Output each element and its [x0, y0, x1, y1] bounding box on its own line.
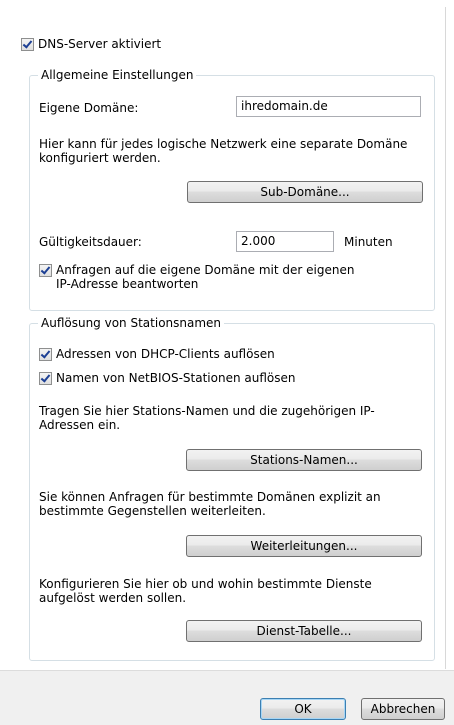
subdomain-button[interactable]: Sub-Domäne...: [187, 181, 423, 203]
dhcp-checkbox[interactable]: Adressen von DHCP-Clients auflösen: [39, 347, 275, 361]
dns-enabled-checkbox[interactable]: DNS-Server aktiviert: [21, 37, 161, 51]
stations-names-button[interactable]: Stations-Namen...: [186, 449, 422, 471]
general-settings-group: Allgemeine Einstellungen Eigene Domäne: …: [29, 68, 435, 311]
answer-own-domain-label: Anfragen auf die eigene Domäne mit der e…: [56, 263, 355, 291]
checkbox-check-icon[interactable]: [39, 264, 52, 277]
service-table-button[interactable]: Dienst-Tabelle...: [186, 620, 422, 642]
stations-info-text: Tragen Sie hier Stations-Namen und die z…: [39, 404, 375, 432]
name-resolution-group: Auflösung von Stationsnamen Adressen von…: [29, 316, 435, 661]
checkbox-check-icon[interactable]: [39, 348, 52, 361]
validity-label: Gültigkeitsdauer:: [39, 235, 142, 249]
forwardings-button[interactable]: Weiterleitungen...: [186, 535, 422, 557]
validity-unit-label: Minuten: [344, 235, 393, 249]
checkbox-check-icon[interactable]: [39, 372, 52, 385]
own-domain-label: Eigene Domäne:: [39, 101, 139, 115]
name-resolution-legend: Auflösung von Stationsnamen: [38, 316, 225, 330]
ok-button[interactable]: OK: [260, 698, 346, 720]
forward-info-text: Sie können Anfragen für bestimmte Domäne…: [39, 490, 381, 518]
settings-panel: DNS-Server aktiviert Allgemeine Einstell…: [9, 7, 446, 669]
services-info-text: Konfigurieren Sie hier ob und wohin best…: [39, 577, 372, 605]
own-domain-input[interactable]: ihredomain.de: [236, 96, 421, 117]
dialog-footer: OK Abbrechen: [0, 670, 454, 725]
validity-input[interactable]: 2.000: [236, 231, 334, 252]
checkbox-check-icon[interactable]: [21, 38, 34, 51]
cancel-button[interactable]: Abbrechen: [361, 698, 445, 720]
dns-enabled-label: DNS-Server aktiviert: [38, 37, 162, 51]
own-domain-info-text: Hier kann für jedes logische Netzwerk ei…: [39, 137, 408, 165]
dhcp-label: Adressen von DHCP-Clients auflösen: [56, 347, 275, 361]
answer-own-domain-checkbox[interactable]: Anfragen auf die eigene Domäne mit der e…: [39, 263, 366, 291]
netbios-label: Namen von NetBIOS-Stationen auflösen: [56, 371, 296, 385]
netbios-checkbox[interactable]: Namen von NetBIOS-Stationen auflösen: [39, 371, 295, 385]
general-settings-legend: Allgemeine Einstellungen: [38, 68, 197, 82]
